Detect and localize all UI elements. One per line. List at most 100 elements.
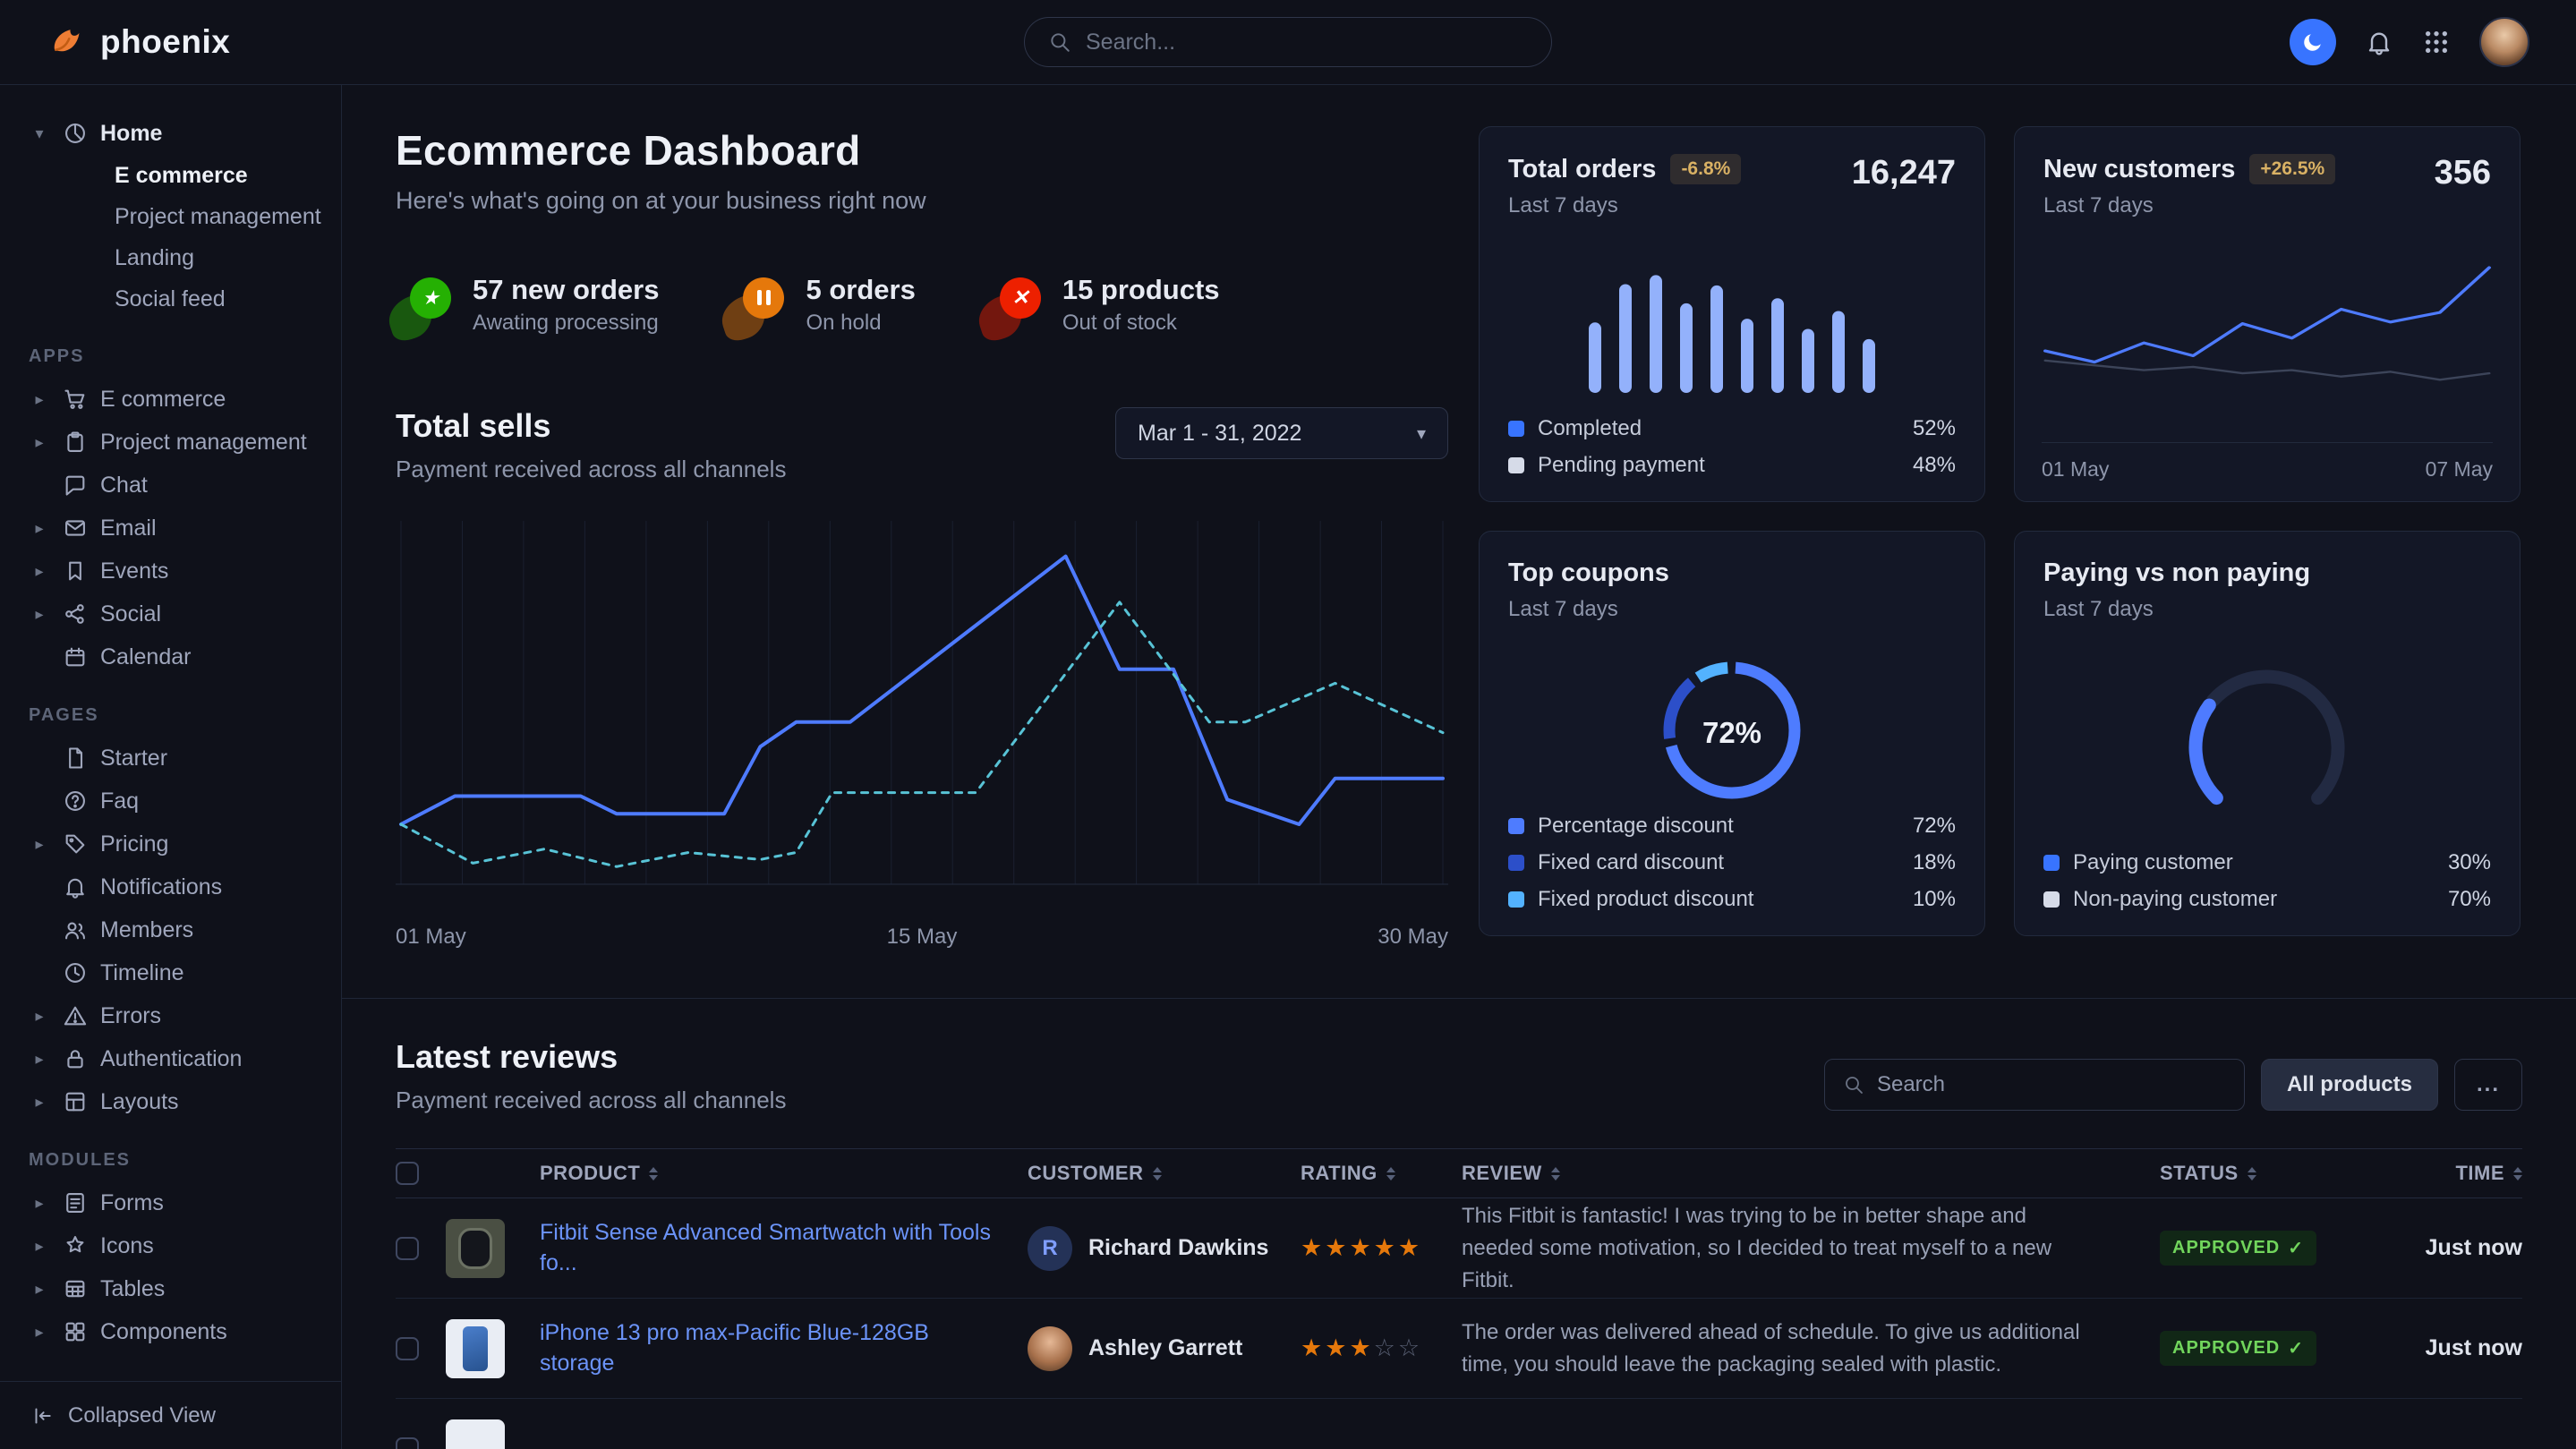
page-title: Ecommerce Dashboard <box>396 126 1448 175</box>
sidebar-item-ecommerce-app[interactable]: ▸ E commerce <box>20 378 321 421</box>
global-search-input[interactable] <box>1086 30 1528 55</box>
card-title: Top coupons <box>1508 558 1669 588</box>
sidebar-item-events[interactable]: ▸ Events <box>20 550 321 592</box>
stat-caption: Out of stock <box>1062 311 1220 336</box>
sidebar-item-label: Events <box>100 558 168 584</box>
column-header-review[interactable]: REVIEW <box>1462 1162 2160 1185</box>
legend-swatch <box>1508 855 1524 871</box>
sidebar-subitem-ecommerce[interactable]: E commerce <box>20 155 321 196</box>
chevron-right-icon: ▸ <box>29 1093 50 1112</box>
sidebar-item-authentication[interactable]: ▸ Authentication <box>20 1037 321 1080</box>
avatar: R <box>1028 1226 1072 1271</box>
paying-legend: Paying customer 30% Non-paying customer … <box>2043 839 2491 912</box>
card-period: Last 7 days <box>1508 193 1741 218</box>
sidebar-item-tables[interactable]: ▸ Tables <box>20 1267 321 1310</box>
sidebar-item-notifications[interactable]: Notifications <box>20 865 321 908</box>
product-thumbnail[interactable] <box>446 1419 505 1449</box>
clock-icon <box>59 960 91 985</box>
legend-row: Non-paying customer 70% <box>2043 887 2491 912</box>
sidebar-item-home[interactable]: ▾ Home <box>20 112 321 155</box>
user-avatar[interactable] <box>2479 17 2529 67</box>
reviews-search[interactable] <box>1824 1059 2245 1111</box>
card-period: Last 7 days <box>1508 597 1669 622</box>
sidebar-item-layouts[interactable]: ▸ Layouts <box>20 1080 321 1123</box>
sidebar-item-forms[interactable]: ▸ Forms <box>20 1181 321 1224</box>
sidebar-item-pricing[interactable]: ▸ Pricing <box>20 823 321 865</box>
sidebar-item-errors[interactable]: ▸ Errors <box>20 994 321 1037</box>
sidebar-section-modules: MODULES <box>29 1150 312 1171</box>
sidebar-section-pages: PAGES <box>29 705 312 726</box>
sidebar-item-calendar[interactable]: Calendar <box>20 635 321 678</box>
apps-grid-button[interactable] <box>2422 28 2451 56</box>
row-checkbox[interactable] <box>396 1437 419 1449</box>
sidebar-item-components[interactable]: ▸ Components <box>20 1310 321 1353</box>
collapse-arrow-icon <box>30 1404 54 1428</box>
sidebar-item-social[interactable]: ▸ Social <box>20 592 321 635</box>
sidebar-item-email[interactable]: ▸ Email <box>20 507 321 550</box>
row-checkbox[interactable] <box>396 1337 419 1360</box>
product-thumbnail[interactable] <box>446 1319 505 1378</box>
column-header-time[interactable]: TIME <box>2370 1162 2522 1185</box>
all-products-button[interactable]: All products <box>2261 1059 2438 1111</box>
column-header-rating[interactable]: RATING <box>1301 1162 1462 1185</box>
column-header-customer[interactable]: CUSTOMER <box>1028 1162 1301 1185</box>
pie-chart-icon <box>59 121 91 146</box>
reviews-controls: All products ... <box>1824 1059 2522 1114</box>
sidebar-item-faq[interactable]: Faq <box>20 780 321 823</box>
sidebar-item-icons[interactable]: ▸ Icons <box>20 1224 321 1267</box>
stat-caption: Awating processing <box>473 311 659 336</box>
sidebar-subitem-label: Project management <box>115 204 321 230</box>
sidebar-item-label: E commerce <box>100 387 226 413</box>
product-link[interactable]: Fitbit Sense Advanced Smartwatch with To… <box>540 1218 1028 1279</box>
sidebar-item-project-management-app[interactable]: ▸ Project management <box>20 421 321 464</box>
sidebar-subitem-social-feed[interactable]: Social feed <box>20 278 321 320</box>
sidebar-subitem-landing[interactable]: Landing <box>20 237 321 278</box>
reviews-search-input[interactable] <box>1877 1072 2226 1097</box>
rating-stars: ★★★☆☆ <box>1301 1334 1462 1362</box>
product-link[interactable]: iPhone 13 pro max-Pacific Blue-128GB sto… <box>540 1318 1028 1379</box>
sidebar-subitem-project-management[interactable]: Project management <box>20 196 321 237</box>
column-header-status[interactable]: STATUS <box>2160 1162 2370 1185</box>
sort-icon <box>1153 1167 1162 1181</box>
total-sells-chart-svg <box>396 514 1448 908</box>
sidebar-item-chat[interactable]: Chat <box>20 464 321 507</box>
notifications-button[interactable] <box>2365 28 2393 56</box>
review-row: iPhone 13 pro max-Pacific Blue-128GB sto… <box>396 1299 2522 1399</box>
chevron-right-icon: ▸ <box>29 1007 50 1026</box>
question-circle-icon <box>59 788 91 814</box>
legend-label: Completed <box>1538 416 1642 441</box>
star-filled-icon: ★ <box>1325 1334 1349 1361</box>
date-range-select[interactable]: Mar 1 - 31, 2022 ▾ <box>1115 407 1448 459</box>
brand-logo[interactable]: phoenix <box>50 23 230 61</box>
row-checkbox[interactable] <box>396 1237 419 1260</box>
avatar <box>1028 1326 1072 1371</box>
chevron-right-icon: ▸ <box>29 562 50 581</box>
stat-value: 15 products <box>1062 274 1220 306</box>
legend-label: Fixed card discount <box>1538 850 1724 875</box>
stat-value: 5 orders <box>806 274 915 306</box>
customer-cell: R Richard Dawkins <box>1028 1226 1301 1271</box>
chevron-right-icon: ▸ <box>29 835 50 854</box>
more-options-button[interactable]: ... <box>2454 1059 2522 1111</box>
review-text: The order was delivered ahead of schedul… <box>1462 1317 2160 1381</box>
grid-dots-icon <box>2422 28 2451 56</box>
select-all-checkbox[interactable] <box>396 1162 419 1185</box>
sidebar-item-starter[interactable]: Starter <box>20 737 321 780</box>
collapse-sidebar-button[interactable]: Collapsed View <box>0 1381 341 1449</box>
search-icon <box>1843 1074 1864 1095</box>
x-tick: 01 May <box>396 925 466 950</box>
dashboard-top-section: Ecommerce Dashboard Here's what's going … <box>342 85 2576 999</box>
theme-toggle-button[interactable] <box>2290 19 2336 65</box>
sidebar-item-label: Layouts <box>100 1089 179 1115</box>
top-coupons-donut: 72% <box>1656 654 1808 811</box>
sidebar-section-apps: APPS <box>29 346 312 367</box>
product-thumbnail[interactable] <box>446 1219 505 1278</box>
total-orders-value: 16,247 <box>1852 154 1956 192</box>
total-orders-bar-chart <box>1580 254 1884 393</box>
sidebar-item-label: Forms <box>100 1190 164 1216</box>
sidebar-item-timeline[interactable]: Timeline <box>20 951 321 994</box>
global-search[interactable] <box>1024 17 1552 67</box>
new-customers-value: 356 <box>2435 154 2491 192</box>
sidebar-item-members[interactable]: Members <box>20 908 321 951</box>
column-header-product[interactable]: PRODUCT <box>540 1162 1028 1185</box>
